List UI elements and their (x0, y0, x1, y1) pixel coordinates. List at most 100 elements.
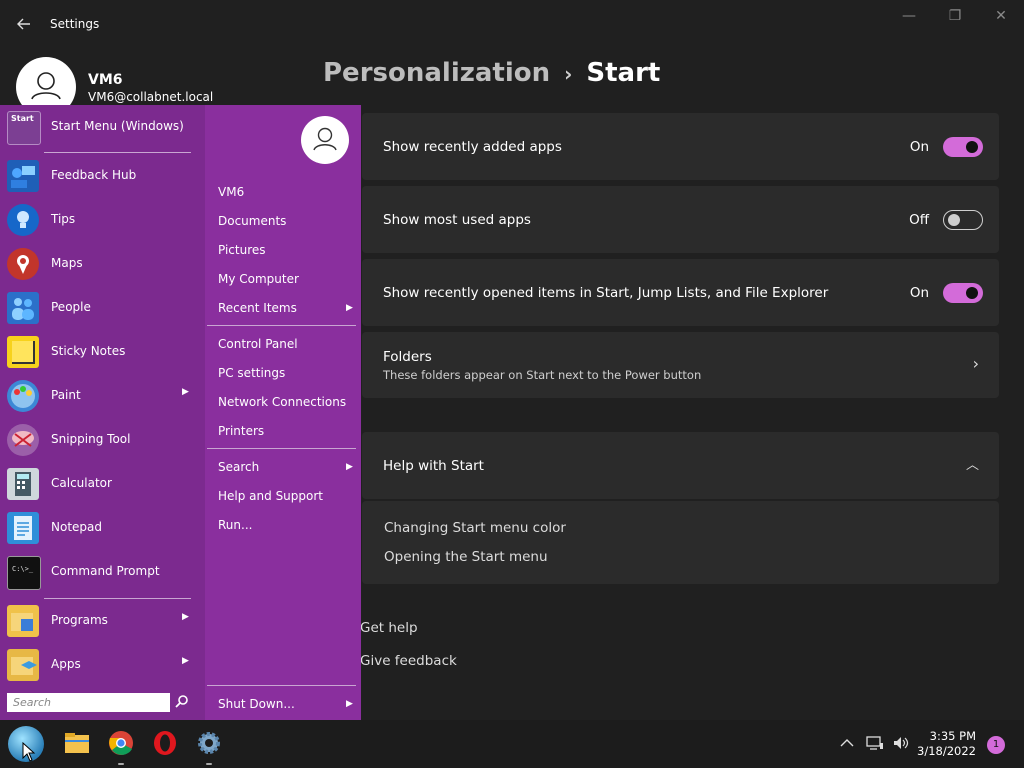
right-item-pictures[interactable]: Pictures (218, 243, 266, 257)
running-indicator (118, 763, 124, 765)
apps-folder[interactable]: Apps ▶ (0, 643, 205, 687)
app-snipping-tool[interactable]: Snipping Tool (0, 418, 205, 462)
app-paint[interactable]: Paint ▶ (0, 374, 205, 418)
lightbulb-icon (7, 204, 39, 236)
sticky-note-icon (7, 336, 39, 368)
app-notepad[interactable]: Notepad (0, 506, 205, 550)
folders-card[interactable]: Folders These folders appear on Start ne… (362, 332, 999, 398)
user-name: VM6 (88, 72, 123, 88)
toggle-state: On (909, 139, 929, 155)
submenu-arrow-icon: ▶ (346, 303, 353, 313)
submenu-arrow-icon: ▶ (182, 387, 189, 397)
app-label: Maps (51, 256, 83, 270)
toggle-state: Off (909, 212, 929, 228)
app-feedback-hub[interactable]: Feedback Hub (0, 154, 205, 198)
pinned-start-menu-windows[interactable]: Start Start Menu (Windows) (0, 105, 205, 149)
calculator-icon (7, 468, 39, 500)
svg-text:C:\>_: C:\>_ (12, 565, 34, 573)
app-tips[interactable]: Tips (0, 198, 205, 242)
start-menu-avatar[interactable] (301, 116, 349, 164)
app-command-prompt[interactable]: C:\>_ Command Prompt (0, 550, 205, 594)
start-search-input[interactable]: Search (7, 693, 170, 712)
help-title: Help with Start (383, 458, 484, 474)
start-menu-app-icon: Start (7, 111, 41, 145)
folders-label: Folders (383, 349, 432, 365)
get-help-link[interactable]: Get help (360, 620, 418, 636)
paint-palette-icon (7, 380, 39, 412)
search-icon[interactable] (174, 694, 190, 710)
app-calculator[interactable]: Calculator (0, 462, 205, 506)
toggle-recently-added-apps[interactable] (943, 137, 983, 157)
people-icon (7, 292, 39, 324)
right-item-my-computer[interactable]: My Computer (218, 272, 299, 286)
help-link-open[interactable]: Opening the Start menu (384, 549, 548, 565)
chevron-right-icon: › (972, 354, 979, 373)
right-item-search[interactable]: Search (218, 460, 259, 474)
right-item-help-support[interactable]: Help and Support (218, 489, 323, 503)
toggle-knob (966, 141, 978, 153)
submenu-arrow-icon: ▶ (182, 612, 189, 622)
settings-gear-icon[interactable] (196, 730, 222, 756)
folders-description: These folders appear on Start next to th… (383, 368, 702, 382)
maximize-icon[interactable]: ❐ (940, 8, 970, 26)
toggle-knob (948, 214, 960, 226)
setting-label: Show recently opened items in Start, Jum… (383, 285, 829, 301)
app-label: Tips (51, 212, 76, 226)
app-sticky-notes[interactable]: Sticky Notes (0, 330, 205, 374)
window-title: Settings (50, 17, 100, 31)
right-item-pc-settings[interactable]: PC settings (218, 366, 285, 380)
notification-badge[interactable]: 1 (987, 736, 1005, 754)
taskbar: 3:35 PM 3/18/2022 (0, 720, 1024, 768)
right-item-run[interactable]: Run... (218, 518, 252, 532)
give-feedback-link[interactable]: Give feedback (360, 653, 457, 669)
volume-icon[interactable] (892, 735, 910, 751)
breadcrumb: Personalization › Start (323, 58, 660, 88)
shut-down-button[interactable]: Shut Down... (218, 697, 295, 711)
mouse-cursor-icon (22, 742, 36, 762)
toggle-most-used-apps[interactable] (943, 210, 983, 230)
right-item-network-connections[interactable]: Network Connections (218, 395, 346, 409)
submenu-arrow-icon: ▶ (346, 462, 353, 472)
right-item-control-panel[interactable]: Control Panel (218, 337, 298, 351)
app-label: Paint (51, 388, 81, 402)
app-label: Snipping Tool (51, 432, 131, 446)
chrome-icon[interactable] (108, 730, 134, 756)
programs-folder-icon (7, 605, 39, 637)
app-label: Notepad (51, 520, 102, 534)
submenu-arrow-icon: ▶ (346, 699, 353, 709)
setting-label: Show most used apps (383, 212, 531, 228)
system-clock[interactable]: 3:35 PM 3/18/2022 (917, 729, 976, 759)
help-link-color[interactable]: Changing Start menu color (384, 520, 566, 536)
start-menu-left-pane: Start Start Menu (Windows) Feedback Hub … (0, 105, 205, 720)
toggle-knob (966, 287, 978, 299)
right-item-user[interactable]: VM6 (218, 185, 244, 199)
right-item-documents[interactable]: Documents (218, 214, 286, 228)
terminal-icon: C:\>_ (7, 556, 41, 590)
help-section-header[interactable]: Help with Start ︿ (362, 432, 999, 499)
right-item-printers[interactable]: Printers (218, 424, 264, 438)
app-people[interactable]: People (0, 286, 205, 330)
setting-recently-opened-items: Show recently opened items in Start, Jum… (362, 259, 999, 326)
file-explorer-icon[interactable] (64, 730, 90, 756)
close-icon[interactable]: ✕ (986, 8, 1016, 26)
toggle-recently-opened-items[interactable] (943, 283, 983, 303)
back-arrow-icon[interactable] (14, 14, 34, 34)
opera-icon[interactable] (152, 730, 178, 756)
breadcrumb-parent[interactable]: Personalization (323, 58, 550, 88)
apps-folder-icon (7, 649, 39, 681)
divider (207, 685, 356, 686)
setting-most-used-apps: Show most used apps Off (362, 186, 999, 253)
network-icon[interactable] (866, 735, 884, 751)
breadcrumb-separator: › (564, 62, 573, 86)
app-maps[interactable]: Maps (0, 242, 205, 286)
minimize-icon[interactable]: — (894, 8, 924, 26)
right-item-recent-items[interactable]: Recent Items (218, 301, 297, 315)
scissors-icon (7, 424, 39, 456)
app-label: Calculator (51, 476, 112, 490)
app-label: Command Prompt (51, 564, 160, 578)
divider (44, 152, 191, 153)
programs-folder[interactable]: Programs ▶ (0, 599, 205, 643)
divider (207, 448, 356, 449)
chevron-up-icon[interactable] (840, 738, 854, 748)
setting-recently-added-apps: Show recently added apps On (362, 113, 999, 180)
